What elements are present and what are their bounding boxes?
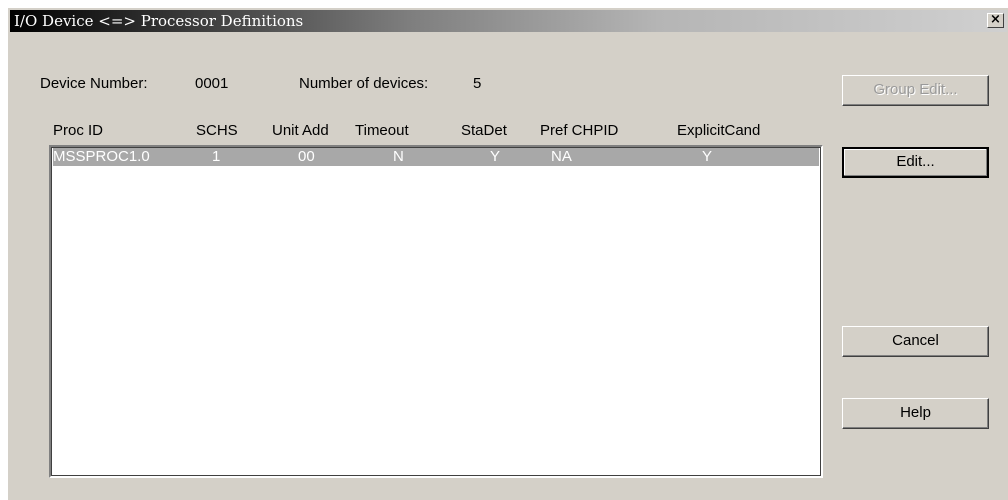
close-icon[interactable]: × bbox=[987, 13, 1004, 28]
column-header-schs[interactable]: SCHS bbox=[196, 122, 238, 139]
column-header-explicitcand[interactable]: ExplicitCand bbox=[677, 122, 760, 139]
cell-proc-id: MSSPROC1.0 bbox=[53, 148, 150, 165]
cell-pref-chpid: NA bbox=[551, 148, 572, 165]
column-header-unit-add[interactable]: Unit Add bbox=[272, 122, 329, 139]
device-number-value: 0001 bbox=[195, 75, 229, 92]
processor-list[interactable]: MSSPROC1.0 1 00 N Y NA Y bbox=[49, 145, 823, 478]
group-edit-button[interactable]: Group Edit... bbox=[842, 75, 989, 106]
cell-explicitcand: Y bbox=[702, 148, 713, 165]
cell-stadet: Y bbox=[490, 148, 501, 165]
column-header-pref-chpid[interactable]: Pref CHPID bbox=[540, 122, 618, 139]
cancel-button[interactable]: Cancel bbox=[842, 326, 989, 357]
edit-button[interactable]: Edit... bbox=[842, 147, 989, 178]
cell-unit-add: 00 bbox=[298, 148, 315, 165]
device-number-label: Device Number: bbox=[40, 75, 148, 92]
number-of-devices-label: Number of devices: bbox=[299, 75, 429, 92]
cell-schs: 1 bbox=[212, 148, 221, 165]
table-row[interactable]: MSSPROC1.0 1 00 N Y NA Y bbox=[53, 148, 819, 166]
column-header-timeout[interactable]: Timeout bbox=[355, 122, 409, 139]
window-title: I/O Device <=> Processor Definitions bbox=[14, 12, 304, 30]
column-header-proc-id[interactable]: Proc ID bbox=[53, 122, 103, 139]
title-bar[interactable]: I/O Device <=> Processor Definitions × bbox=[10, 10, 1007, 32]
cell-timeout: N bbox=[393, 148, 404, 165]
help-button[interactable]: Help bbox=[842, 398, 989, 429]
column-header-stadet[interactable]: StaDet bbox=[461, 122, 507, 139]
processor-definitions-dialog: I/O Device <=> Processor Definitions × D… bbox=[7, 7, 1008, 500]
number-of-devices-value: 5 bbox=[473, 75, 482, 92]
